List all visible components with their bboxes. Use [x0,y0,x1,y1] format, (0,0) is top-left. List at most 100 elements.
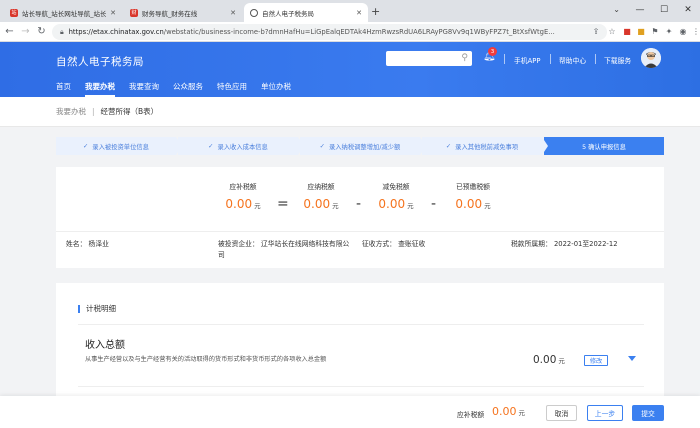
unit-label: 元 [407,202,414,210]
minimize-icon[interactable]: — [628,0,652,20]
menu-item-query[interactable]: 我要查询 [129,81,159,96]
browser-toolbar: ← → ↻ 🔒︎ https://etax.chinatax.gov.cn/we… [0,22,700,42]
avatar[interactable] [641,48,661,68]
check-icon: ✓ [208,142,214,150]
lock-icon: 🔒︎ [60,27,64,36]
browser-tab-2[interactable]: 财 财务导航_财务在线 ✕ [124,3,242,22]
payable-tax-cell: 应补税额 0.00 元 [220,181,266,211]
expand-chevron-icon[interactable] [628,356,636,361]
step-2[interactable]: ✓ 录入收入成本信息 [178,137,304,155]
step-5-current: 5 确认申报信息 [544,137,664,155]
close-tab-icon[interactable]: ✕ [356,9,362,17]
minus-sign: - [356,196,362,212]
menu-item-public-service[interactable]: 公众服务 [173,81,203,96]
edit-button[interactable]: 修改 [584,355,608,366]
tax-amount-label: 应纳税额 [307,183,335,191]
notification-bell-icon[interactable]: 🔔︎ 3 [483,47,497,62]
collection-method: 征收方式： 查账征收 [362,240,426,248]
menu-item-unit-tax[interactable]: 单位办税 [261,81,291,96]
taxpayer-name: 姓名： 杨泽业 [66,240,109,248]
extension-yellow-icon[interactable]: ■ [635,25,647,37]
unit-label: 元 [254,202,261,210]
bookmark-star-icon[interactable]: ☆ [606,25,618,37]
section-divider [78,324,644,325]
close-tab-icon[interactable]: ✕ [110,9,116,17]
browser-tab-3[interactable]: 自然人电子税务局 ✕ [244,3,368,22]
back-icon[interactable]: ← [3,26,16,37]
unit-label: 元 [518,409,526,417]
progress-steps: ✓ 录入被投资单位信息 ✓ 录入收入成本信息 ✓ 录入纳税调整增加/减少额 ✓ 录入其他… [56,137,664,155]
close-tab-icon[interactable]: ✕ [230,9,236,17]
window-controls: — ☐ ✕ [628,0,700,20]
extension-flag-icon[interactable]: ⚑ [649,25,661,37]
reload-icon[interactable]: ↻ [35,26,48,37]
submit-button[interactable]: 提交 [632,405,664,421]
site-header: 自然人电子税务局 ⚲ 🔔︎ 3 手机APP 帮助中心 下载服务 首页 我要办税 … [0,42,700,97]
tab-title: 自然人电子税务局 [262,9,314,18]
site-favicon-icon: 财 [130,8,138,17]
forward-icon[interactable]: → [19,26,32,37]
step-label: 录入其他税前减免事项 [455,143,519,151]
site-favicon-icon: 站 [10,8,18,17]
check-icon: ✓ [319,142,325,150]
header-divider [550,54,551,64]
step-4[interactable]: ✓ 录入其他税前减免事项 [422,137,548,155]
breadcrumb-bar: 我要办税 | 经营所得（B表） [0,97,700,127]
row-divider [78,386,644,387]
check-icon: ✓ [83,142,89,150]
unit-label: 元 [332,202,339,210]
summary-divider [56,231,664,232]
section-title: 计税明细 [78,305,116,313]
tab-title: 站长导航_站长网址导航_站长网址大全 [22,9,107,18]
payable-tax-value: 0.00 [225,197,253,211]
browser-tab-1[interactable]: 站 站长导航_站长网址导航_站长网址大全 ✕ [4,3,122,22]
equals-sign: = [277,196,289,212]
invested-company: 被投资企业： 辽华站长在线网络科技有限公司 [218,240,350,259]
breadcrumb-current: 经营所得（B表） [100,107,159,116]
income-total-title: 收入总额 [85,340,125,351]
maximize-icon[interactable]: ☐ [652,0,676,20]
step-label: 录入收入成本信息 [217,143,268,151]
step-1[interactable]: ✓ 录入被投资单位信息 [56,137,182,155]
menu-item-special-apps[interactable]: 特色应用 [217,81,247,96]
prepaid-tax-label: 已预缴税额 [456,183,490,191]
url-path: /webstatic/business-income-b?dmnHafHu=Li… [163,28,555,36]
menu-item-home[interactable]: 首页 [56,81,71,96]
cancel-button[interactable]: 取消 [546,405,577,421]
brand-title[interactable]: 自然人电子税务局 [56,54,144,69]
address-bar[interactable]: 🔒︎ https://etax.chinatax.gov.cn/webstati… [52,24,607,40]
new-tab-icon[interactable]: + [371,5,380,18]
mobile-app-link[interactable]: 手机APP [514,55,540,65]
previous-step-button[interactable]: 上一步 [587,405,623,421]
menu-item-tax-filing[interactable]: 我要办税 [85,81,115,97]
relief-tax-cell: 减免税额 0.00 元 [373,181,419,211]
extension-red-icon[interactable]: ■ [621,25,633,37]
help-center-link[interactable]: 帮助中心 [559,55,586,65]
step-3[interactable]: ✓ 录入纳税调整增加/减少额 [300,137,426,155]
header-divider [595,54,596,64]
unit-label: 元 [484,202,491,210]
unit-label: 元 [558,357,565,365]
tax-amount-cell: 应纳税额 0.00 元 [298,181,344,211]
profile-icon[interactable]: ◉ [677,25,689,37]
relief-tax-value: 0.00 [378,197,406,211]
search-input[interactable]: ⚲ [386,51,472,66]
browser-menu-icon[interactable]: ⋮ [690,25,700,37]
close-window-icon[interactable]: ✕ [676,0,700,20]
tab-title: 财务导航_财务在线 [142,9,198,18]
bottom-payable-label: 应补税额 [457,411,485,419]
globe-icon [250,8,258,17]
breadcrumb-parent[interactable]: 我要办税 [56,107,86,116]
search-icon[interactable]: ⚲ [461,53,468,63]
prepaid-tax-value: 0.00 [455,197,483,211]
main-menu: 首页 我要办税 我要查询 公众服务 特色应用 单位办税 [56,81,305,97]
payable-tax-label: 应补税额 [229,183,257,191]
share-icon[interactable]: ⇪ [590,25,602,37]
tab-search-icon[interactable]: ⌄ [613,5,620,14]
download-service-link[interactable]: 下载服务 [604,55,631,65]
tax-amount-value: 0.00 [303,197,331,211]
step-label: 录入被投资单位信息 [92,143,149,151]
browser-tab-bar: 站 站长导航_站长网址导航_站长网址大全 ✕ 财 财务导航_财务在线 ✕ 自然人… [0,0,700,22]
check-icon: ✓ [445,142,452,150]
extensions-icon[interactable]: ✦ [663,25,675,37]
